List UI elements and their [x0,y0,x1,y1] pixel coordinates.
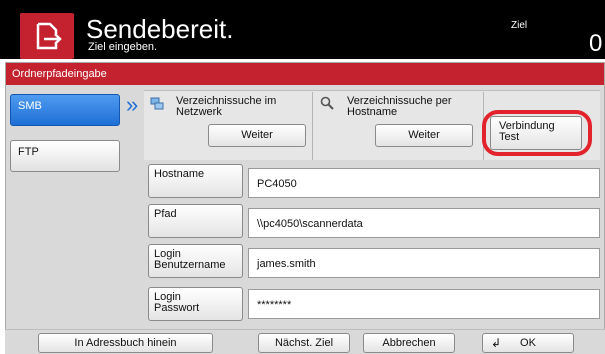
cancel-button[interactable]: Abbrechen [363,333,455,353]
hostname-search-next-button[interactable]: Weiter [375,124,473,147]
network-search-next-button[interactable]: Weiter [208,124,306,147]
add-to-address-book-button[interactable]: In Adressbuch hinein [38,333,213,353]
login-username-field[interactable]: james.smith [248,248,600,278]
ok-button[interactable]: ↲ OK [482,333,574,353]
destination-count-label: Ziel [511,20,528,31]
next-destination-button[interactable]: Nächst. Ziel [258,333,350,353]
double-chevron-right-icon: » [126,92,139,117]
login-password-field[interactable]: ******** [248,289,600,319]
login-password-label-button[interactable]: Login Passwort [148,287,243,321]
network-icon [150,97,164,110]
path-label-button[interactable]: Pfad [148,204,243,238]
field-label-line1: Pfad [154,208,177,220]
separator [312,92,313,160]
network-search-label-line2: Netzwerk [176,106,222,118]
send-icon [36,22,62,50]
status-header: Sendebereit. Ziel eingeben. Ziel 0 [0,0,605,59]
enter-icon: ↲ [491,336,502,350]
destination-count: 0 [589,30,603,57]
panel-title: Ordnerpfadeingabe [6,63,604,85]
status-subtitle: Ziel eingeben. [88,41,158,53]
protocol-tab-smb[interactable]: SMB [10,94,120,126]
hostname-search-label-line2: Hostname [347,106,398,118]
ok-label: OK [520,337,536,349]
protocol-tab-ftp[interactable]: FTP [10,140,120,172]
highlight-ring [482,110,592,156]
hostname-label-button[interactable]: Hostname [148,164,243,198]
field-label-line2: Benutzername [154,259,226,271]
magnifier-icon [320,96,334,110]
field-label-line2: Passwort [154,302,200,314]
path-field[interactable]: \\pc4050\scannerdata [248,208,600,238]
home-button[interactable] [20,13,74,59]
field-label-line1: Hostname [154,168,205,180]
login-username-label-button[interactable]: Login Benutzername [148,244,243,278]
hostname-field[interactable]: PC4050 [248,168,600,198]
